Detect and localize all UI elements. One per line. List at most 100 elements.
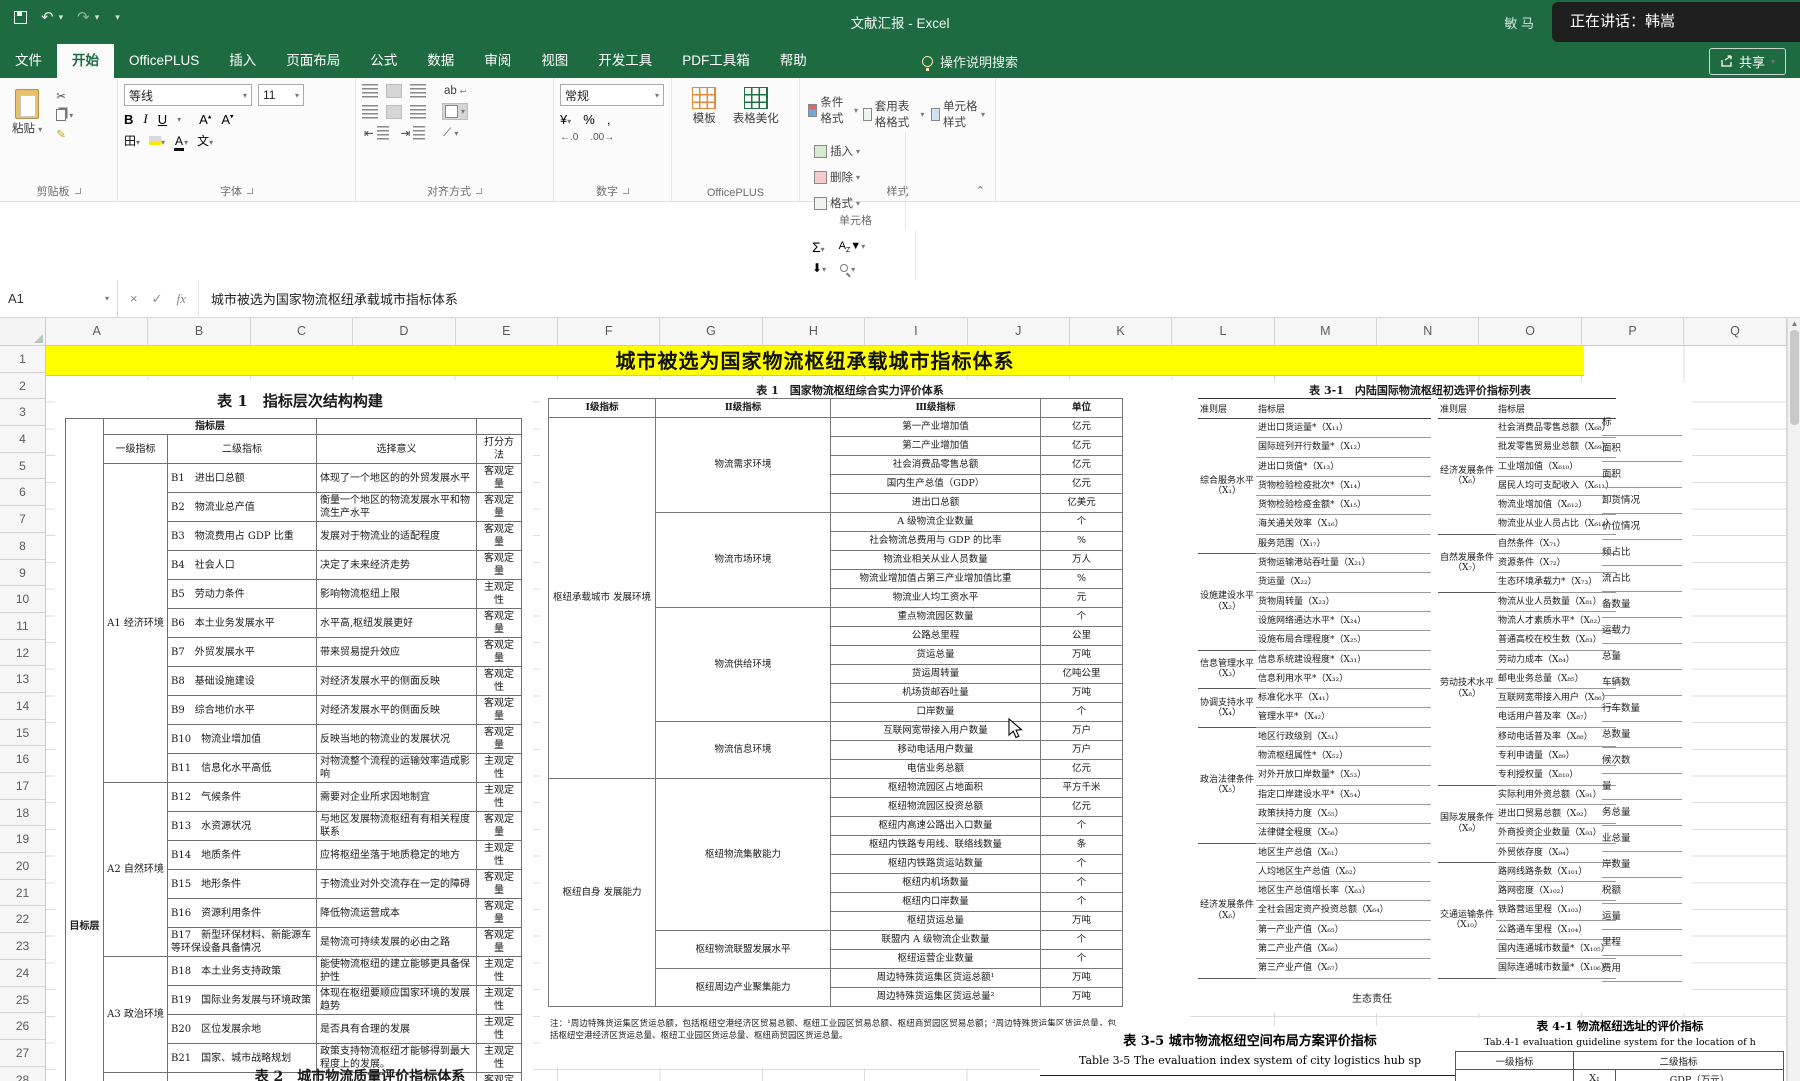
clipboard-dialog-launcher[interactable] (75, 188, 81, 194)
ribbon-tab[interactable]: 审阅 (469, 44, 526, 78)
vertical-scrollbar[interactable]: ▲ ▼ (1787, 318, 1800, 1081)
row-header[interactable]: 21 (0, 880, 46, 907)
name-box[interactable]: A1▾ (0, 280, 118, 317)
row-header[interactable]: 28 (0, 1067, 46, 1081)
grow-font-button[interactable]: A▴ (199, 112, 211, 127)
column-header[interactable]: G (660, 318, 762, 346)
column-header[interactable]: N (1377, 318, 1479, 346)
row-header[interactable]: 22 (0, 906, 46, 933)
row-header[interactable]: 9 (0, 560, 46, 587)
ribbon-tab[interactable]: 帮助 (765, 44, 822, 78)
increase-indent-button[interactable]: ⇥ (399, 125, 428, 141)
align-top-button[interactable] (362, 84, 378, 98)
scroll-up-icon[interactable]: ▲ (1788, 318, 1800, 330)
row-header[interactable]: 24 (0, 960, 46, 987)
column-header[interactable]: L (1172, 318, 1274, 346)
number-dialog-launcher[interactable] (623, 188, 629, 194)
align-right-button[interactable] (410, 105, 426, 119)
sort-filter-button[interactable]: AZ▼▾ (839, 240, 866, 254)
row-header[interactable]: 11 (0, 613, 46, 640)
select-all-button[interactable] (0, 318, 46, 346)
find-select-button[interactable]: ▾ (840, 261, 855, 275)
row-header[interactable]: 25 (0, 987, 46, 1014)
column-header[interactable]: Q (1684, 318, 1786, 346)
ribbon-tab[interactable]: 开始 (57, 44, 114, 78)
align-middle-button[interactable] (386, 84, 402, 98)
row-header[interactable]: 1 (0, 346, 46, 373)
wrap-text-button[interactable]: ab↩ (442, 84, 469, 98)
row-header[interactable]: 13 (0, 666, 46, 693)
percent-button[interactable]: % (583, 112, 595, 127)
ribbon-tab[interactable]: 数据 (412, 44, 469, 78)
align-left-button[interactable] (362, 105, 378, 119)
cell-styles-button[interactable]: 单元格样式▾ (929, 97, 987, 131)
underline-dropdown-icon[interactable]: ▾ (177, 115, 181, 124)
fill-button[interactable]: ⬇▾ (812, 261, 826, 275)
decrease-decimal-button[interactable]: .00→ (590, 132, 614, 143)
font-dialog-launcher[interactable] (247, 188, 253, 194)
conditional-format-button[interactable]: 条件格式▾ 套用表格格式▾ 单元格样式▾ 样式 (806, 88, 989, 132)
column-header[interactable]: J (968, 318, 1070, 346)
row-header[interactable]: 4 (0, 426, 46, 453)
delete-cells-button[interactable]: 删除▾ (812, 168, 899, 186)
align-center-button[interactable] (386, 105, 402, 119)
increase-decimal-button[interactable]: ←.0 (560, 132, 578, 143)
row-header[interactable]: 16 (0, 746, 46, 773)
column-header[interactable]: C (251, 318, 353, 346)
row-header[interactable]: 17 (0, 773, 46, 800)
ribbon-tab[interactable]: PDF工具箱 (667, 44, 765, 78)
formula-input[interactable]: 城市被选为国家物流枢纽承载城市指标体系 (199, 280, 1800, 317)
row-header[interactable]: 10 (0, 586, 46, 613)
column-header[interactable]: K (1070, 318, 1172, 346)
autosum-button[interactable]: Σ▾ (812, 239, 825, 255)
row-header[interactable]: 7 (0, 506, 46, 533)
vertical-scroll-thumb[interactable] (1790, 330, 1799, 425)
row-header[interactable]: 5 (0, 453, 46, 480)
copy-button[interactable]: ▾ (54, 108, 75, 122)
column-header[interactable]: B (148, 318, 250, 346)
alignment-dialog-launcher[interactable] (476, 188, 482, 194)
phonetic-button[interactable]: 文▾ (197, 132, 213, 149)
worksheet[interactable]: ABCDEFGHIJKLMNOPQ 1234567891011121314151… (0, 318, 1787, 1081)
borders-button[interactable]: 田▾ (124, 132, 140, 149)
ribbon-tab[interactable]: 插入 (214, 44, 271, 78)
column-header[interactable]: H (763, 318, 865, 346)
share-button[interactable]: 共享 ▾ (1709, 48, 1786, 75)
column-header[interactable]: E (456, 318, 558, 346)
row-header[interactable]: 26 (0, 1013, 46, 1040)
shrink-font-button[interactable]: A▾ (221, 112, 233, 127)
font-size-select[interactable]: 11▾ (258, 84, 304, 106)
column-header[interactable]: I (865, 318, 967, 346)
ribbon-tab[interactable]: 开发工具 (583, 44, 667, 78)
row-header[interactable]: 12 (0, 640, 46, 667)
column-header[interactable]: M (1275, 318, 1377, 346)
row-header[interactable]: 27 (0, 1040, 46, 1067)
row-header[interactable]: 6 (0, 479, 46, 506)
ribbon-tab[interactable]: 文件 (0, 44, 57, 78)
align-bottom-button[interactable] (410, 84, 426, 98)
column-header[interactable]: D (353, 318, 455, 346)
row-header[interactable]: 23 (0, 933, 46, 960)
orientation-button[interactable]: ⟋▾ (441, 126, 460, 141)
cut-button[interactable]: ✂ (54, 88, 75, 104)
format-painter-button[interactable]: ✎ (54, 126, 75, 142)
templates-button[interactable]: 模板 (686, 84, 722, 129)
collapse-ribbon-icon[interactable]: ⌃ (976, 184, 985, 197)
font-name-select[interactable]: 等线▾ (124, 84, 252, 106)
enter-icon[interactable]: ✓ (152, 291, 163, 307)
ribbon-tab[interactable]: 公式 (355, 44, 412, 78)
ribbon-tab[interactable]: OfficePLUS (114, 44, 214, 78)
row-header[interactable]: 8 (0, 533, 46, 560)
column-header[interactable]: P (1582, 318, 1684, 346)
paste-button[interactable]: 粘贴 ▾ (6, 86, 48, 139)
font-color-button[interactable]: A▾ (174, 134, 188, 148)
cancel-icon[interactable]: × (130, 291, 138, 306)
merge-center-button[interactable]: ▾ (442, 103, 468, 120)
row-header[interactable]: 20 (0, 853, 46, 880)
ribbon-tab[interactable]: 页面布局 (271, 44, 355, 78)
italic-button[interactable]: I (143, 111, 147, 127)
underline-button[interactable]: U (158, 112, 167, 127)
row-header[interactable]: 3 (0, 399, 46, 426)
bold-button[interactable]: B (124, 112, 133, 127)
ribbon-tab[interactable]: 视图 (526, 44, 583, 78)
